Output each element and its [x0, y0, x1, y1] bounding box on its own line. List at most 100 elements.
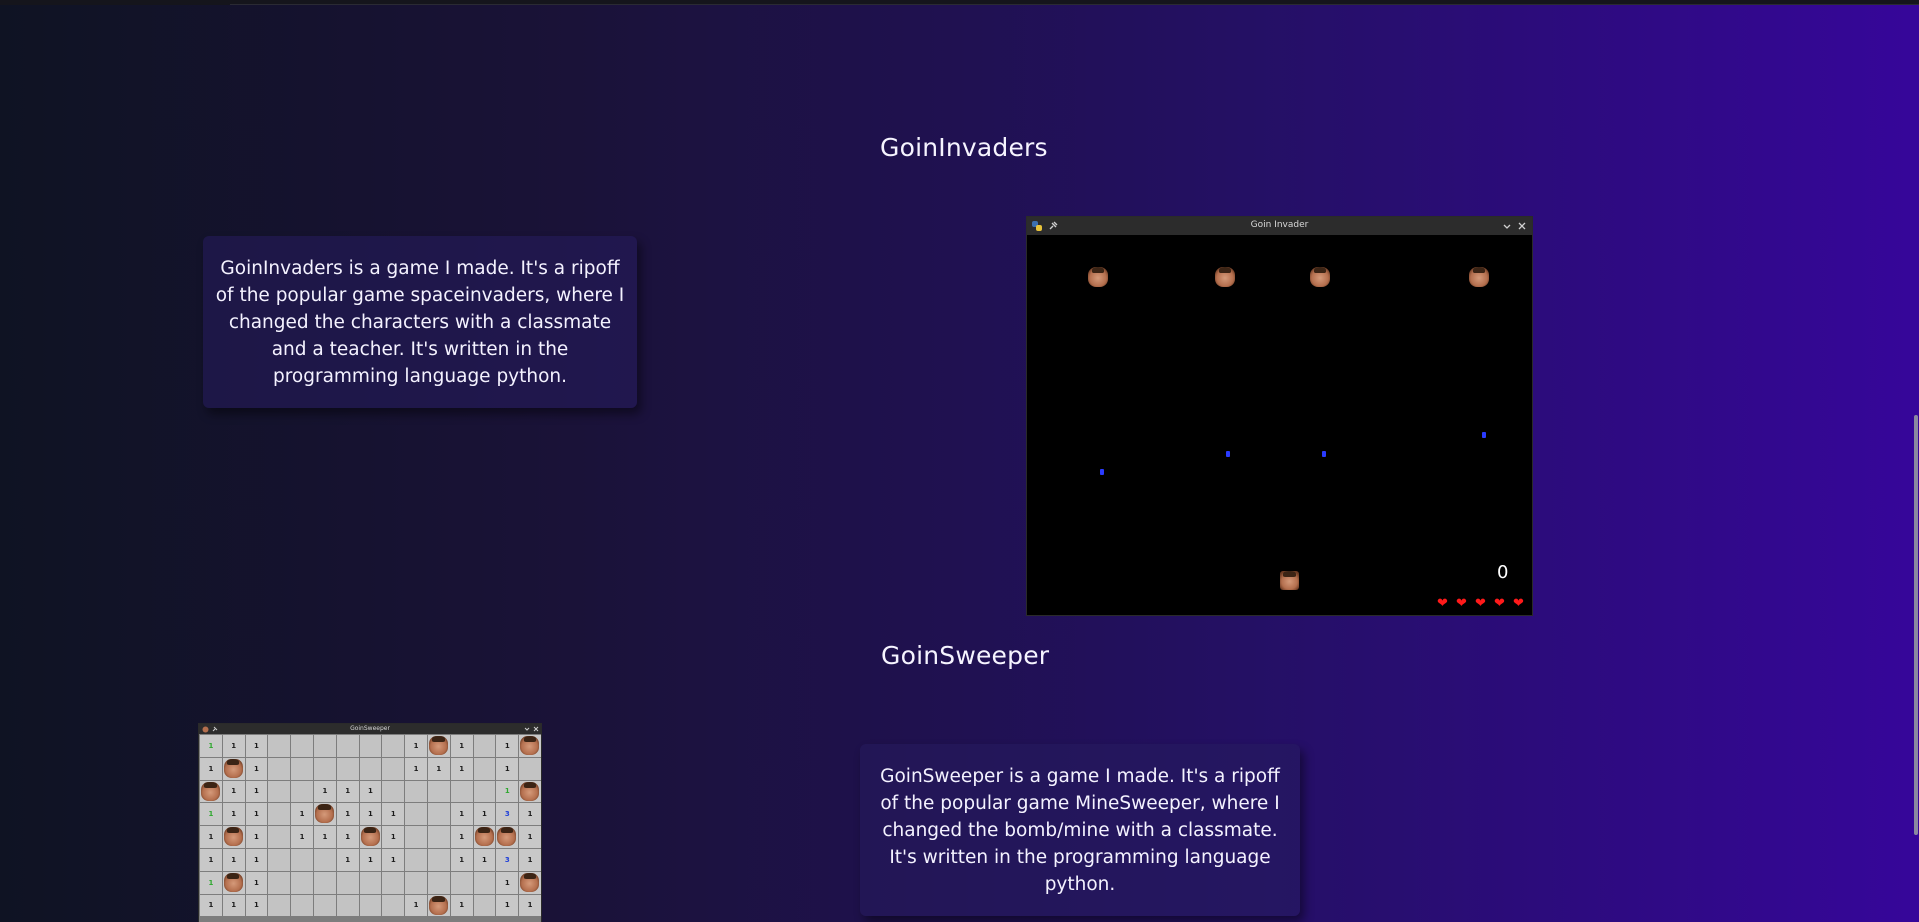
grid-cell[interactable]: [268, 803, 291, 826]
number-cell[interactable]: 1: [450, 826, 473, 848]
mine-face-cell[interactable]: [359, 826, 382, 848]
number-cell[interactable]: 1: [336, 780, 359, 803]
grid-cell[interactable]: [268, 894, 291, 917]
number-cell[interactable]: 1: [336, 826, 359, 848]
grid-cell[interactable]: [382, 871, 405, 894]
number-cell[interactable]: 1: [496, 871, 519, 894]
number-cell[interactable]: 1: [313, 780, 336, 803]
number-cell[interactable]: 1: [222, 848, 245, 871]
number-cell[interactable]: 1: [222, 780, 245, 803]
number-cell[interactable]: 1: [519, 894, 541, 917]
number-cell[interactable]: 1: [313, 826, 336, 848]
number-cell[interactable]: 3: [496, 848, 519, 871]
number-cell[interactable]: 1: [382, 803, 405, 826]
grid-cell[interactable]: [268, 871, 291, 894]
mine-face-cell[interactable]: [519, 871, 541, 894]
grid-cell[interactable]: [313, 871, 336, 894]
grid-cell[interactable]: [473, 894, 496, 917]
number-cell[interactable]: 1: [382, 848, 405, 871]
grid-cell[interactable]: [291, 848, 313, 871]
number-cell[interactable]: 1: [200, 735, 222, 757]
number-cell[interactable]: 1: [245, 826, 268, 848]
grid-cell[interactable]: [359, 871, 382, 894]
grid-cell[interactable]: [450, 871, 473, 894]
number-cell[interactable]: 1: [200, 826, 222, 848]
number-cell[interactable]: 1: [359, 803, 382, 826]
number-cell[interactable]: 1: [405, 757, 427, 780]
grid-cell[interactable]: [313, 757, 336, 780]
grid-cell[interactable]: [473, 871, 496, 894]
grid-cell[interactable]: [427, 803, 450, 826]
mine-face-cell[interactable]: [473, 826, 496, 848]
number-cell[interactable]: 1: [245, 848, 268, 871]
grid-cell[interactable]: [405, 826, 427, 848]
number-cell[interactable]: 3: [496, 803, 519, 826]
mine-face-cell[interactable]: [427, 735, 450, 757]
number-cell[interactable]: 1: [222, 735, 245, 757]
number-cell[interactable]: 1: [450, 894, 473, 917]
grid-cell[interactable]: [359, 894, 382, 917]
grid-cell[interactable]: [473, 757, 496, 780]
grid-cell[interactable]: [519, 757, 541, 780]
mine-face-cell[interactable]: [427, 894, 450, 917]
number-cell[interactable]: 1: [200, 757, 222, 780]
grid-cell[interactable]: [291, 894, 313, 917]
mine-face-cell[interactable]: [519, 780, 541, 803]
grid-cell[interactable]: [291, 757, 313, 780]
number-cell[interactable]: 1: [245, 803, 268, 826]
grid-cell[interactable]: [313, 735, 336, 757]
grid-cell[interactable]: [382, 757, 405, 780]
number-cell[interactable]: 1: [496, 757, 519, 780]
grid-cell[interactable]: [291, 871, 313, 894]
number-cell[interactable]: 1: [496, 780, 519, 803]
mine-face-cell[interactable]: [519, 735, 541, 757]
grid-cell[interactable]: [336, 757, 359, 780]
mine-face-cell[interactable]: [222, 826, 245, 848]
number-cell[interactable]: 1: [450, 803, 473, 826]
grid-cell[interactable]: [268, 735, 291, 757]
number-cell[interactable]: 1: [245, 735, 268, 757]
number-cell[interactable]: 1: [245, 894, 268, 917]
number-cell[interactable]: 1: [496, 894, 519, 917]
number-cell[interactable]: 1: [427, 757, 450, 780]
grid-cell[interactable]: [382, 894, 405, 917]
mine-face-cell[interactable]: [496, 826, 519, 848]
number-cell[interactable]: 1: [245, 780, 268, 803]
grid-cell[interactable]: [382, 780, 405, 803]
grid-cell[interactable]: [405, 871, 427, 894]
number-cell[interactable]: 1: [382, 826, 405, 848]
grid-cell[interactable]: [427, 871, 450, 894]
grid-cell[interactable]: [291, 735, 313, 757]
number-cell[interactable]: 1: [291, 803, 313, 826]
number-cell[interactable]: 1: [200, 871, 222, 894]
grid-cell[interactable]: [336, 735, 359, 757]
grid-cell[interactable]: [336, 894, 359, 917]
number-cell[interactable]: 1: [222, 803, 245, 826]
number-cell[interactable]: 1: [519, 803, 541, 826]
number-cell[interactable]: 1: [519, 826, 541, 848]
grid-cell[interactable]: [405, 848, 427, 871]
number-cell[interactable]: 1: [245, 871, 268, 894]
grid-cell[interactable]: [359, 757, 382, 780]
number-cell[interactable]: 1: [519, 848, 541, 871]
number-cell[interactable]: 1: [405, 894, 427, 917]
grid-cell[interactable]: [268, 826, 291, 848]
number-cell[interactable]: 1: [222, 894, 245, 917]
mine-face-cell[interactable]: [200, 780, 222, 803]
number-cell[interactable]: 1: [496, 735, 519, 757]
number-cell[interactable]: 1: [336, 803, 359, 826]
grid-cell[interactable]: [405, 803, 427, 826]
grid-cell[interactable]: [268, 780, 291, 803]
grid-cell[interactable]: [450, 780, 473, 803]
number-cell[interactable]: 1: [450, 735, 473, 757]
number-cell[interactable]: 1: [473, 848, 496, 871]
grid-cell[interactable]: [291, 780, 313, 803]
grid-cell[interactable]: [336, 871, 359, 894]
number-cell[interactable]: 1: [245, 757, 268, 780]
grid-cell[interactable]: [359, 735, 382, 757]
grid-cell[interactable]: [313, 848, 336, 871]
mine-face-cell[interactable]: [222, 757, 245, 780]
number-cell[interactable]: 1: [200, 848, 222, 871]
grid-cell[interactable]: [427, 780, 450, 803]
grid-cell[interactable]: [382, 735, 405, 757]
